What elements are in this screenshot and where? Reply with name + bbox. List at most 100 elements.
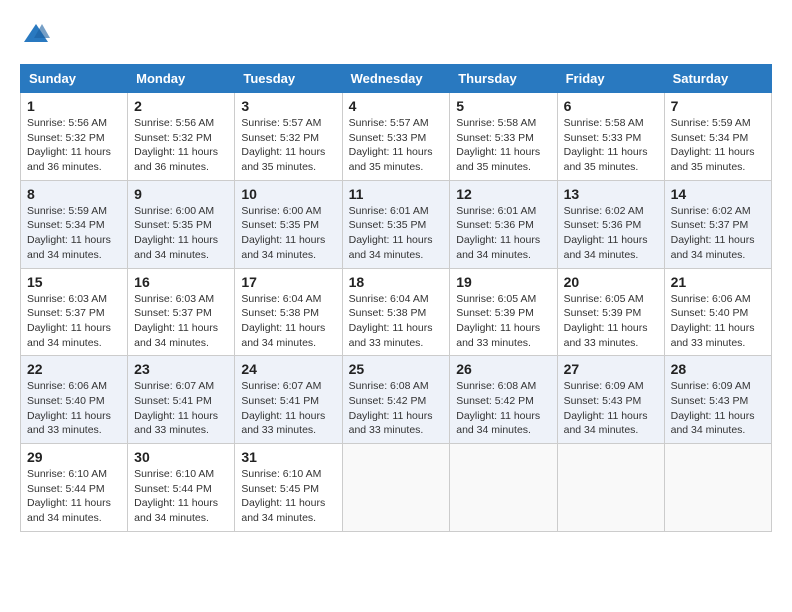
calendar-day-cell: 11 Sunrise: 6:01 AM Sunset: 5:35 PM Dayl… bbox=[342, 180, 450, 268]
calendar-day-cell: 19 Sunrise: 6:05 AM Sunset: 5:39 PM Dayl… bbox=[450, 268, 557, 356]
day-info: Sunrise: 5:57 AM Sunset: 5:32 PM Dayligh… bbox=[241, 116, 335, 175]
day-number: 30 bbox=[134, 449, 228, 465]
day-number: 20 bbox=[564, 274, 658, 290]
day-number: 27 bbox=[564, 361, 658, 377]
calendar-header-cell: Tuesday bbox=[235, 65, 342, 93]
day-info: Sunrise: 5:56 AM Sunset: 5:32 PM Dayligh… bbox=[27, 116, 121, 175]
calendar-day-cell: 30 Sunrise: 6:10 AM Sunset: 5:44 PM Dayl… bbox=[128, 444, 235, 532]
calendar-day-cell: 12 Sunrise: 6:01 AM Sunset: 5:36 PM Dayl… bbox=[450, 180, 557, 268]
day-info: Sunrise: 6:04 AM Sunset: 5:38 PM Dayligh… bbox=[349, 292, 444, 351]
day-number: 1 bbox=[27, 98, 121, 114]
day-number: 18 bbox=[349, 274, 444, 290]
day-info: Sunrise: 6:04 AM Sunset: 5:38 PM Dayligh… bbox=[241, 292, 335, 351]
calendar-day-cell: 21 Sunrise: 6:06 AM Sunset: 5:40 PM Dayl… bbox=[664, 268, 771, 356]
day-number: 24 bbox=[241, 361, 335, 377]
calendar-week-row: 29 Sunrise: 6:10 AM Sunset: 5:44 PM Dayl… bbox=[21, 444, 772, 532]
calendar-day-cell: 4 Sunrise: 5:57 AM Sunset: 5:33 PM Dayli… bbox=[342, 93, 450, 181]
calendar-empty-cell bbox=[342, 444, 450, 532]
calendar-day-cell: 7 Sunrise: 5:59 AM Sunset: 5:34 PM Dayli… bbox=[664, 93, 771, 181]
calendar-body: 1 Sunrise: 5:56 AM Sunset: 5:32 PM Dayli… bbox=[21, 93, 772, 532]
calendar-week-row: 22 Sunrise: 6:06 AM Sunset: 5:40 PM Dayl… bbox=[21, 356, 772, 444]
calendar-day-cell: 8 Sunrise: 5:59 AM Sunset: 5:34 PM Dayli… bbox=[21, 180, 128, 268]
day-number: 7 bbox=[671, 98, 765, 114]
day-info: Sunrise: 6:02 AM Sunset: 5:36 PM Dayligh… bbox=[564, 204, 658, 263]
calendar-empty-cell bbox=[557, 444, 664, 532]
day-info: Sunrise: 5:59 AM Sunset: 5:34 PM Dayligh… bbox=[671, 116, 765, 175]
calendar-day-cell: 16 Sunrise: 6:03 AM Sunset: 5:37 PM Dayl… bbox=[128, 268, 235, 356]
calendar-day-cell: 29 Sunrise: 6:10 AM Sunset: 5:44 PM Dayl… bbox=[21, 444, 128, 532]
day-info: Sunrise: 6:09 AM Sunset: 5:43 PM Dayligh… bbox=[564, 379, 658, 438]
calendar-header-cell: Saturday bbox=[664, 65, 771, 93]
day-info: Sunrise: 6:00 AM Sunset: 5:35 PM Dayligh… bbox=[241, 204, 335, 263]
calendar-day-cell: 17 Sunrise: 6:04 AM Sunset: 5:38 PM Dayl… bbox=[235, 268, 342, 356]
day-number: 14 bbox=[671, 186, 765, 202]
day-number: 10 bbox=[241, 186, 335, 202]
calendar-header-cell: Thursday bbox=[450, 65, 557, 93]
calendar-empty-cell bbox=[450, 444, 557, 532]
day-info: Sunrise: 6:05 AM Sunset: 5:39 PM Dayligh… bbox=[564, 292, 658, 351]
logo bbox=[20, 20, 50, 54]
day-number: 19 bbox=[456, 274, 550, 290]
calendar-day-cell: 27 Sunrise: 6:09 AM Sunset: 5:43 PM Dayl… bbox=[557, 356, 664, 444]
day-info: Sunrise: 6:10 AM Sunset: 5:44 PM Dayligh… bbox=[134, 467, 228, 526]
day-info: Sunrise: 5:57 AM Sunset: 5:33 PM Dayligh… bbox=[349, 116, 444, 175]
day-info: Sunrise: 5:58 AM Sunset: 5:33 PM Dayligh… bbox=[456, 116, 550, 175]
calendar-day-cell: 9 Sunrise: 6:00 AM Sunset: 5:35 PM Dayli… bbox=[128, 180, 235, 268]
calendar-day-cell: 18 Sunrise: 6:04 AM Sunset: 5:38 PM Dayl… bbox=[342, 268, 450, 356]
day-info: Sunrise: 6:01 AM Sunset: 5:36 PM Dayligh… bbox=[456, 204, 550, 263]
day-info: Sunrise: 6:09 AM Sunset: 5:43 PM Dayligh… bbox=[671, 379, 765, 438]
day-number: 17 bbox=[241, 274, 335, 290]
calendar-day-cell: 1 Sunrise: 5:56 AM Sunset: 5:32 PM Dayli… bbox=[21, 93, 128, 181]
calendar-day-cell: 13 Sunrise: 6:02 AM Sunset: 5:36 PM Dayl… bbox=[557, 180, 664, 268]
day-number: 26 bbox=[456, 361, 550, 377]
calendar-day-cell: 3 Sunrise: 5:57 AM Sunset: 5:32 PM Dayli… bbox=[235, 93, 342, 181]
calendar-empty-cell bbox=[664, 444, 771, 532]
day-info: Sunrise: 6:08 AM Sunset: 5:42 PM Dayligh… bbox=[349, 379, 444, 438]
day-number: 12 bbox=[456, 186, 550, 202]
calendar-header-cell: Monday bbox=[128, 65, 235, 93]
day-number: 6 bbox=[564, 98, 658, 114]
calendar-day-cell: 25 Sunrise: 6:08 AM Sunset: 5:42 PM Dayl… bbox=[342, 356, 450, 444]
day-number: 3 bbox=[241, 98, 335, 114]
day-number: 22 bbox=[27, 361, 121, 377]
calendar-week-row: 1 Sunrise: 5:56 AM Sunset: 5:32 PM Dayli… bbox=[21, 93, 772, 181]
day-info: Sunrise: 6:06 AM Sunset: 5:40 PM Dayligh… bbox=[27, 379, 121, 438]
day-number: 9 bbox=[134, 186, 228, 202]
calendar-table: SundayMondayTuesdayWednesdayThursdayFrid… bbox=[20, 64, 772, 532]
day-number: 13 bbox=[564, 186, 658, 202]
calendar-day-cell: 26 Sunrise: 6:08 AM Sunset: 5:42 PM Dayl… bbox=[450, 356, 557, 444]
calendar-day-cell: 24 Sunrise: 6:07 AM Sunset: 5:41 PM Dayl… bbox=[235, 356, 342, 444]
day-info: Sunrise: 6:07 AM Sunset: 5:41 PM Dayligh… bbox=[134, 379, 228, 438]
calendar-day-cell: 10 Sunrise: 6:00 AM Sunset: 5:35 PM Dayl… bbox=[235, 180, 342, 268]
day-info: Sunrise: 6:01 AM Sunset: 5:35 PM Dayligh… bbox=[349, 204, 444, 263]
day-number: 8 bbox=[27, 186, 121, 202]
calendar-header-cell: Sunday bbox=[21, 65, 128, 93]
day-info: Sunrise: 5:56 AM Sunset: 5:32 PM Dayligh… bbox=[134, 116, 228, 175]
day-number: 25 bbox=[349, 361, 444, 377]
day-info: Sunrise: 6:06 AM Sunset: 5:40 PM Dayligh… bbox=[671, 292, 765, 351]
day-number: 21 bbox=[671, 274, 765, 290]
day-number: 29 bbox=[27, 449, 121, 465]
calendar-week-row: 15 Sunrise: 6:03 AM Sunset: 5:37 PM Dayl… bbox=[21, 268, 772, 356]
calendar-header-cell: Friday bbox=[557, 65, 664, 93]
calendar-day-cell: 2 Sunrise: 5:56 AM Sunset: 5:32 PM Dayli… bbox=[128, 93, 235, 181]
calendar-day-cell: 31 Sunrise: 6:10 AM Sunset: 5:45 PM Dayl… bbox=[235, 444, 342, 532]
calendar-header-row: SundayMondayTuesdayWednesdayThursdayFrid… bbox=[21, 65, 772, 93]
calendar-day-cell: 6 Sunrise: 5:58 AM Sunset: 5:33 PM Dayli… bbox=[557, 93, 664, 181]
logo-icon bbox=[22, 20, 50, 48]
page-header bbox=[20, 20, 772, 54]
day-number: 16 bbox=[134, 274, 228, 290]
day-number: 28 bbox=[671, 361, 765, 377]
day-info: Sunrise: 6:03 AM Sunset: 5:37 PM Dayligh… bbox=[134, 292, 228, 351]
day-number: 15 bbox=[27, 274, 121, 290]
calendar-day-cell: 23 Sunrise: 6:07 AM Sunset: 5:41 PM Dayl… bbox=[128, 356, 235, 444]
day-number: 2 bbox=[134, 98, 228, 114]
calendar-day-cell: 28 Sunrise: 6:09 AM Sunset: 5:43 PM Dayl… bbox=[664, 356, 771, 444]
calendar-week-row: 8 Sunrise: 5:59 AM Sunset: 5:34 PM Dayli… bbox=[21, 180, 772, 268]
calendar-header-cell: Wednesday bbox=[342, 65, 450, 93]
day-number: 31 bbox=[241, 449, 335, 465]
day-number: 4 bbox=[349, 98, 444, 114]
day-info: Sunrise: 6:03 AM Sunset: 5:37 PM Dayligh… bbox=[27, 292, 121, 351]
day-info: Sunrise: 6:05 AM Sunset: 5:39 PM Dayligh… bbox=[456, 292, 550, 351]
calendar-day-cell: 20 Sunrise: 6:05 AM Sunset: 5:39 PM Dayl… bbox=[557, 268, 664, 356]
